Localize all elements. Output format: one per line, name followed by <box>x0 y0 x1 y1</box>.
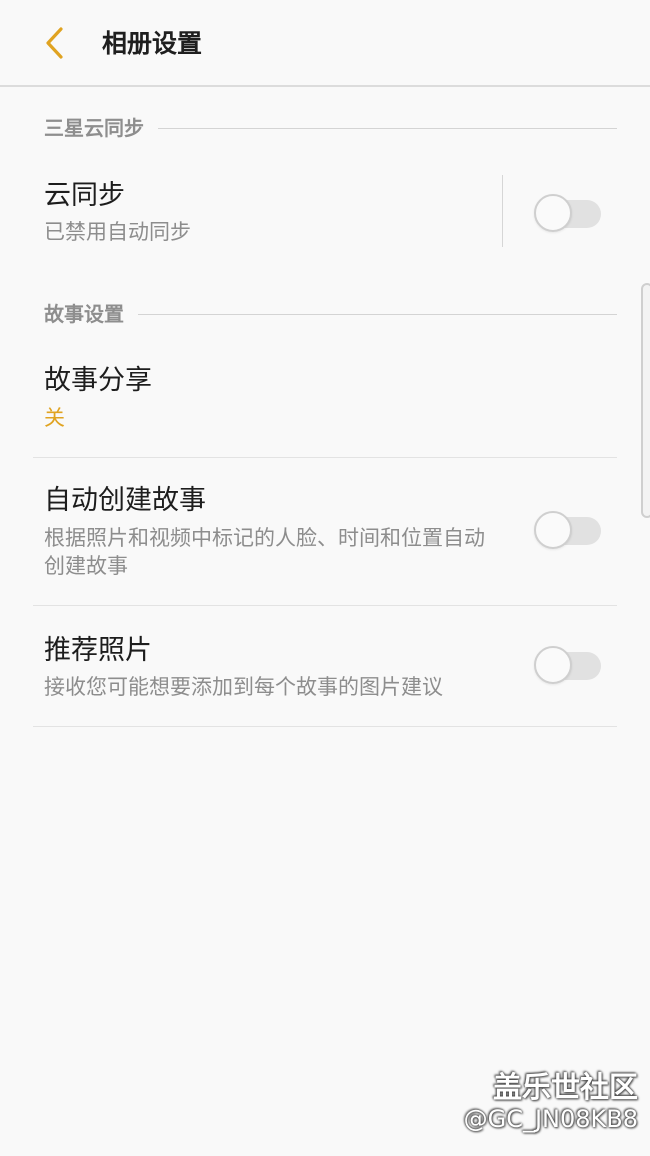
toggle-thumb <box>534 646 572 684</box>
settings-item-value: 关 <box>44 406 65 430</box>
chevron-left-icon <box>46 27 63 59</box>
section-title: 故事设置 <box>44 302 124 326</box>
settings-item-recommended-photos[interactable]: 推荐照片 接收您可能想要添加到每个故事的图片建议 <box>33 606 617 727</box>
scroll-handle[interactable] <box>641 283 650 518</box>
row-divider <box>33 726 617 727</box>
settings-item-title: 自动创建故事 <box>44 485 206 516</box>
settings-item-story-sharing[interactable]: 故事分享 关 <box>33 350 617 458</box>
cloud-sync-toggle[interactable] <box>534 194 601 232</box>
settings-item-subtitle: 根据照片和视频中标记的人脸、时间和位置自动创建故事 <box>44 526 485 578</box>
vertical-divider <box>502 175 503 247</box>
recommended-photos-toggle[interactable] <box>534 646 601 684</box>
toggle-thumb <box>534 511 572 549</box>
back-button[interactable] <box>30 18 80 68</box>
top-app-bar: 相册设置 <box>0 0 650 87</box>
toggle-thumb <box>534 194 572 232</box>
section-header-story-settings: 故事设置 <box>44 300 617 328</box>
section-divider <box>158 127 617 129</box>
settings-item-subtitle: 已禁用自动同步 <box>44 220 191 244</box>
watermark-user: @GC_JN08KB8 <box>463 1105 638 1133</box>
settings-item-title: 云同步 <box>44 180 125 211</box>
settings-item-subtitle: 接收您可能想要添加到每个故事的图片建议 <box>44 675 443 699</box>
section-header-samsung-cloud: 三星云同步 <box>44 114 617 142</box>
auto-create-stories-toggle[interactable] <box>534 511 601 549</box>
section-title: 三星云同步 <box>44 116 144 140</box>
settings-item-title: 推荐照片 <box>44 635 152 666</box>
settings-item-cloud-sync[interactable]: 云同步 已禁用自动同步 <box>33 166 617 262</box>
settings-item-title: 故事分享 <box>44 365 152 396</box>
settings-item-auto-create-stories[interactable]: 自动创建故事 根据照片和视频中标记的人脸、时间和位置自动创建故事 <box>33 458 617 606</box>
page-title: 相册设置 <box>102 29 203 58</box>
watermark-site: 盖乐世社区 <box>492 1070 638 1104</box>
section-divider <box>138 313 617 315</box>
